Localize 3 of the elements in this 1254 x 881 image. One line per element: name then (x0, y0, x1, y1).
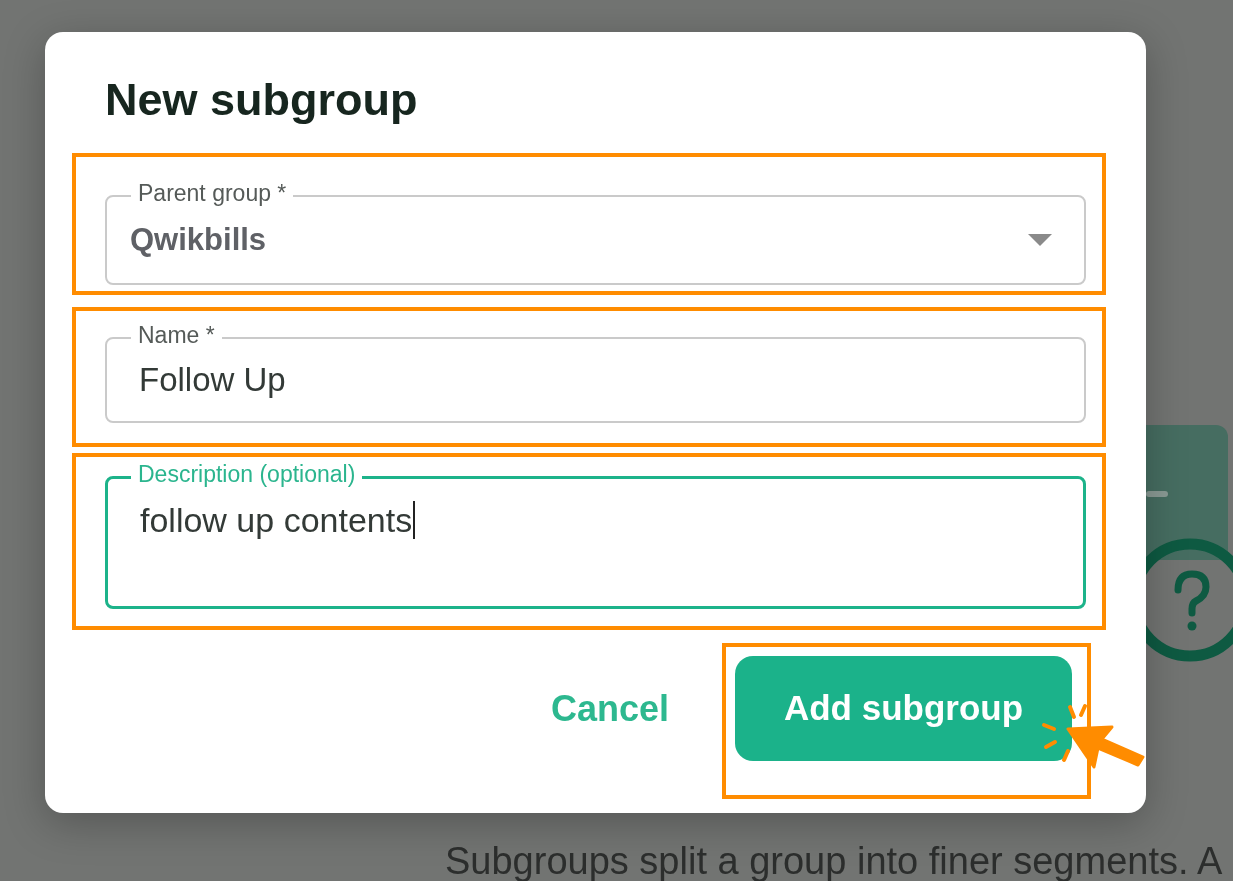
dialog-title: New subgroup (105, 74, 419, 126)
text-cursor-icon (413, 501, 416, 539)
caret-down-icon (1028, 234, 1052, 246)
